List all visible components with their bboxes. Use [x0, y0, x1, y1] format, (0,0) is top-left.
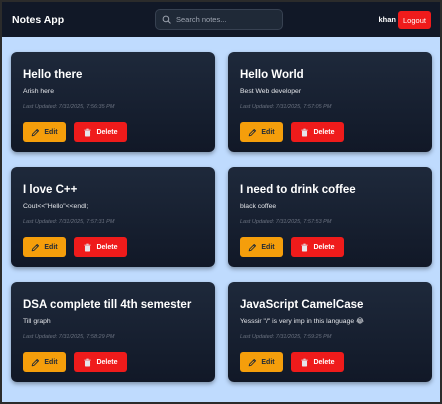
- note-actions: Edit Delete: [240, 352, 344, 372]
- note-actions: Edit Delete: [240, 237, 344, 257]
- note-card: Hello World Best Web developer Last Upda…: [228, 52, 432, 152]
- note-body: Till graph: [23, 318, 51, 325]
- note-actions: Edit Delete: [23, 352, 127, 372]
- note-actions: Edit Delete: [23, 122, 127, 142]
- note-updated: Last Updated: 7/31/2025, 7:57:53 PM: [240, 219, 332, 225]
- note-card: I love C++ Cout<<"Hello"<<endl; Last Upd…: [11, 167, 215, 267]
- delete-label: Delete: [96, 358, 118, 366]
- note-body: Cout<<"Hello"<<endl;: [23, 203, 89, 210]
- logout-button[interactable]: Logout: [398, 11, 431, 29]
- pencil-icon: [32, 243, 40, 251]
- edit-label: Edit: [44, 128, 58, 136]
- trash-icon: [84, 358, 92, 366]
- edit-button[interactable]: Edit: [23, 237, 66, 257]
- note-updated: Last Updated: 7/31/2025, 7:58:29 PM: [23, 334, 115, 340]
- note-card: DSA complete till 4th semester Till grap…: [11, 282, 215, 382]
- note-actions: Edit Delete: [240, 122, 344, 142]
- edit-button[interactable]: Edit: [240, 122, 283, 142]
- note-updated: Last Updated: 7/31/2025, 7:59:25 PM: [240, 334, 332, 340]
- delete-label: Delete: [96, 128, 118, 136]
- trash-icon: [84, 128, 92, 136]
- trash-icon: [301, 128, 309, 136]
- note-actions: Edit Delete: [23, 237, 127, 257]
- delete-label: Delete: [313, 358, 335, 366]
- note-title: DSA complete till 4th semester: [23, 299, 192, 311]
- edit-label: Edit: [44, 358, 58, 366]
- trash-icon: [301, 243, 309, 251]
- delete-button[interactable]: Delete: [74, 352, 127, 372]
- pencil-icon: [32, 128, 40, 136]
- search-box[interactable]: [155, 9, 283, 30]
- note-updated: Last Updated: 7/31/2025, 7:57:05 PM: [240, 104, 332, 110]
- note-body: Arish here: [23, 88, 54, 95]
- edit-button[interactable]: Edit: [23, 122, 66, 142]
- note-title: Hello World: [240, 69, 304, 81]
- edit-label: Edit: [261, 243, 275, 251]
- search-icon: [162, 15, 171, 24]
- note-title: Hello there: [23, 69, 83, 81]
- pencil-icon: [249, 128, 257, 136]
- delete-button[interactable]: Delete: [291, 122, 344, 142]
- note-title: I love C++: [23, 184, 78, 196]
- trash-icon: [301, 358, 309, 366]
- note-card: JavaScript CamelCase Yesssir "/" is very…: [228, 282, 432, 382]
- edit-button[interactable]: Edit: [23, 352, 66, 372]
- edit-label: Edit: [261, 128, 275, 136]
- note-body: Best Web developer: [240, 88, 302, 95]
- delete-button[interactable]: Delete: [291, 237, 344, 257]
- pencil-icon: [32, 358, 40, 366]
- note-body: Yesssir "/" is very imp in this language…: [240, 318, 364, 325]
- edit-button[interactable]: Edit: [240, 237, 283, 257]
- pencil-icon: [249, 243, 257, 251]
- delete-label: Delete: [313, 243, 335, 251]
- edit-label: Edit: [44, 243, 58, 251]
- note-updated: Last Updated: 7/31/2025, 7:57:31 PM: [23, 219, 115, 225]
- note-body: black coffee: [240, 203, 277, 210]
- delete-label: Delete: [96, 243, 118, 251]
- app-title: Notes App: [12, 13, 65, 26]
- delete-button[interactable]: Delete: [74, 237, 127, 257]
- delete-button[interactable]: Delete: [291, 352, 344, 372]
- delete-label: Delete: [313, 128, 335, 136]
- note-card: I need to drink coffee black coffee Last…: [228, 167, 432, 267]
- notes-grid: Hello there Arish here Last Updated: 7/3…: [11, 52, 432, 382]
- username: khan: [378, 15, 396, 24]
- search-input[interactable]: [176, 15, 276, 24]
- note-updated: Last Updated: 7/31/2025, 7:56:35 PM: [23, 104, 115, 110]
- note-title: I need to drink coffee: [240, 184, 356, 196]
- note-title: JavaScript CamelCase: [240, 299, 364, 311]
- navbar: Notes App khan Logout: [2, 2, 440, 37]
- trash-icon: [84, 243, 92, 251]
- edit-label: Edit: [261, 358, 275, 366]
- pencil-icon: [249, 358, 257, 366]
- delete-button[interactable]: Delete: [74, 122, 127, 142]
- edit-button[interactable]: Edit: [240, 352, 283, 372]
- app-window: Notes App khan Logout Hello there Arish …: [2, 2, 440, 402]
- note-card: Hello there Arish here Last Updated: 7/3…: [11, 52, 215, 152]
